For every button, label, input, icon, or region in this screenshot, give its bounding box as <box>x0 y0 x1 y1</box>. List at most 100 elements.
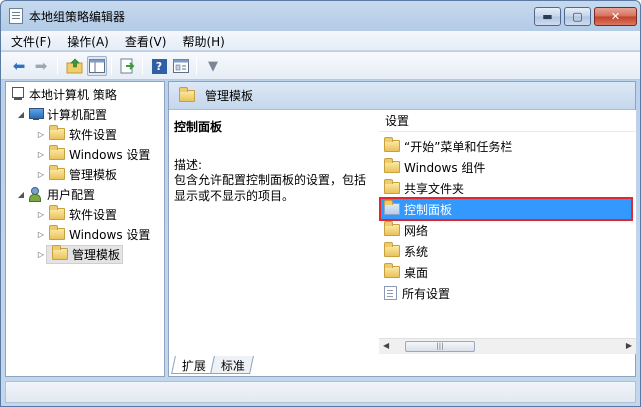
properties-icon <box>173 59 189 73</box>
tree-item-user-software-settings[interactable]: ▷ 软件设置 <box>36 204 117 224</box>
view-tabs: 扩展 标准 <box>169 356 635 376</box>
tree-item-label: 计算机配置 <box>47 107 108 122</box>
description-label: 描述: <box>174 158 203 172</box>
toolbar-separator <box>142 57 143 75</box>
horizontal-scrollbar[interactable]: ◀ ||| ▶ <box>379 338 636 354</box>
list-item-label: 所有设置 <box>402 286 451 301</box>
close-button[interactable]: ✕ <box>594 7 637 26</box>
tree-item-user-windows-settings[interactable]: ▷ Windows 设置 <box>36 224 150 244</box>
toolbar-separator <box>111 57 112 75</box>
list-item[interactable]: 共享文件夹 <box>381 178 464 198</box>
export-list-icon <box>120 58 135 74</box>
collapse-triangle-icon[interactable]: ◢ <box>16 190 26 199</box>
computer-icon <box>28 107 44 121</box>
folder-icon <box>384 263 400 278</box>
maximize-icon: ▢ <box>572 10 583 23</box>
list-item-label: Windows 组件 <box>404 160 486 175</box>
forward-button[interactable]: ➡ <box>31 56 51 76</box>
list-item-control-panel-selected[interactable]: 控制面板 <box>379 197 633 221</box>
expand-triangle-icon[interactable]: ▷ <box>36 130 46 139</box>
folder-icon <box>384 200 400 215</box>
folder-icon <box>49 165 65 180</box>
tab-extended[interactable]: 扩展 <box>171 356 215 374</box>
help-button[interactable]: ? <box>149 56 169 76</box>
scroll-right-icon[interactable]: ▶ <box>626 341 632 350</box>
list-item[interactable]: Windows 组件 <box>381 157 485 177</box>
list-item-label: 控制面板 <box>404 202 453 217</box>
expand-triangle-icon[interactable]: ▷ <box>36 230 46 239</box>
expand-triangle-icon[interactable]: ▷ <box>36 210 46 219</box>
show-hide-tree-button[interactable] <box>87 56 107 76</box>
window-title: 本地组策略编辑器 <box>29 10 126 24</box>
navigation-tree[interactable]: 本地计算机 策略 ◢ 计算机配置 ▷ 软件设置 ▷ Windows 设置 ▷ 管… <box>5 81 165 377</box>
list-item-label: 网络 <box>404 223 429 238</box>
details-header-title: 管理模板 <box>205 89 254 103</box>
folder-icon <box>384 137 400 152</box>
menu-file[interactable]: 文件(F) <box>1 31 57 50</box>
folder-icon <box>384 221 400 236</box>
folder-icon <box>384 242 400 257</box>
expand-triangle-icon[interactable]: ▷ <box>36 150 46 159</box>
up-level-button[interactable] <box>65 56 85 76</box>
users-icon <box>28 187 44 202</box>
back-button[interactable]: ⬅ <box>9 56 29 76</box>
tree-root[interactable]: 本地计算机 策略 <box>9 84 117 104</box>
tree-item-computer-config[interactable]: ◢ 计算机配置 <box>16 104 107 124</box>
tree-item-windows-settings[interactable]: ▷ Windows 设置 <box>36 144 150 164</box>
menu-view[interactable]: 查看(V) <box>115 31 173 50</box>
list-item[interactable]: 桌面 <box>381 262 428 282</box>
folder-icon <box>49 145 65 160</box>
filter-icon: ▼ <box>208 58 218 74</box>
tree-item-software-settings[interactable]: ▷ 软件设置 <box>36 124 117 144</box>
filter-button[interactable]: ▼ <box>203 56 223 76</box>
title-bar[interactable]: 本地组策略编辑器 ▬ ▢ ✕ <box>1 1 640 31</box>
folder-icon <box>49 225 65 240</box>
minimize-button[interactable]: ▬ <box>534 7 561 26</box>
column-header-settings[interactable]: 设置 <box>379 110 636 132</box>
collapse-triangle-icon[interactable]: ◢ <box>16 110 26 119</box>
description-text: 包含允许配置控制面板的设置，包括显示或不显示的项目。 <box>174 173 367 203</box>
scroll-left-icon[interactable]: ◀ <box>383 341 389 350</box>
minimize-icon: ▬ <box>542 10 553 23</box>
maximize-button[interactable]: ▢ <box>564 7 591 26</box>
list-item-label: “开始”菜单和任务栏 <box>404 139 513 154</box>
tree-selection: 管理模板 <box>46 244 124 264</box>
forward-arrow-icon: ➡ <box>34 57 48 75</box>
back-arrow-icon: ⬅ <box>12 57 26 75</box>
show-hide-tree-icon <box>89 59 105 73</box>
expand-triangle-icon[interactable]: ▷ <box>36 250 46 259</box>
folder-icon <box>179 86 195 102</box>
scrollbar-thumb[interactable]: ||| <box>405 341 475 352</box>
folder-icon <box>49 205 65 220</box>
properties-button[interactable] <box>171 56 191 76</box>
list-item[interactable]: 网络 <box>381 220 428 240</box>
toolbar-separator <box>196 57 197 75</box>
tree-item-label: 管理模板 <box>69 167 118 182</box>
menu-action[interactable]: 操作(A) <box>57 31 115 50</box>
details-header: 管理模板 <box>169 82 635 110</box>
expand-triangle-icon[interactable]: ▷ <box>36 170 46 179</box>
tree-item-user-config[interactable]: ◢ 用户配置 <box>16 184 95 204</box>
details-pane: 管理模板 控制面板 描述: 包含允许配置控制面板的设置，包括显示或不显示的项目。… <box>168 81 636 377</box>
tree-item-user-admin-templates[interactable]: ▷ 管理模板 <box>36 244 124 264</box>
tree-item-label: Windows 设置 <box>69 227 151 242</box>
tab-standard[interactable]: 标准 <box>210 356 254 374</box>
tab-label: 标准 <box>220 359 245 373</box>
folder-icon <box>384 179 400 194</box>
tree-item-admin-templates[interactable]: ▷ 管理模板 <box>36 164 117 184</box>
list-item[interactable]: 所有设置 <box>381 283 450 303</box>
menu-help[interactable]: 帮助(H) <box>172 31 230 50</box>
folder-icon <box>49 125 65 140</box>
settings-list[interactable]: 设置 “开始”菜单和任务栏 Windows 组件 共享文件夹 控制面板 网络 系… <box>379 110 636 348</box>
list-item[interactable]: “开始”菜单和任务栏 <box>381 136 512 156</box>
description-title: 控制面板 <box>174 120 223 134</box>
list-item-label: 桌面 <box>404 265 429 280</box>
export-list-button[interactable] <box>118 56 138 76</box>
tree-item-label: Windows 设置 <box>69 147 151 162</box>
tree-item-label: 软件设置 <box>69 127 118 142</box>
settings-page-icon <box>384 286 397 300</box>
list-item-label: 系统 <box>404 244 429 259</box>
list-item[interactable]: 系统 <box>381 241 428 261</box>
folder-icon <box>384 158 400 173</box>
gpedit-app-icon <box>9 8 23 24</box>
